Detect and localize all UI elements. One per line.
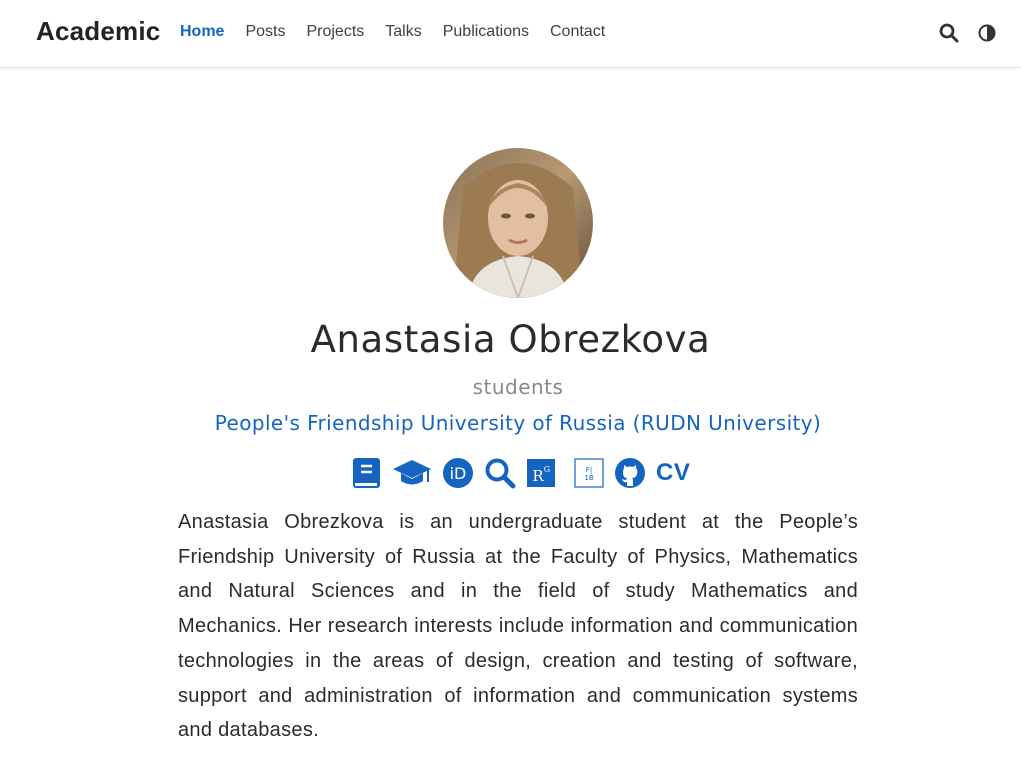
cv-link[interactable]: CV (656, 459, 690, 487)
search-icon[interactable] (937, 21, 961, 45)
profile-name: Anastasia Obrezkova (310, 318, 711, 361)
svg-text:G: G (544, 465, 550, 474)
avatar (443, 148, 593, 298)
svg-text:1B: 1B (584, 474, 593, 482)
nav-tools (923, 21, 999, 45)
svg-text:F|: F| (586, 466, 592, 474)
nav-talks[interactable]: Talks (385, 22, 421, 42)
profile-organization[interactable]: People's Friendship University of Russia… (0, 411, 1021, 435)
nav-publications[interactable]: Publications (443, 22, 529, 42)
profile-bio: Anastasia Obrezkova is an undergraduate … (178, 511, 858, 742)
svg-text:iD: iD (450, 464, 467, 483)
navbar: Academic Home Posts Projects Talks Publi… (0, 0, 1021, 68)
orcid-icon[interactable]: iD (442, 457, 474, 489)
book-icon[interactable] (352, 457, 382, 489)
social-links: iD RG F| 1B CV (352, 455, 700, 491)
nav-links: Home Posts Projects Talks Publications C… (180, 22, 626, 42)
github-icon[interactable] (614, 457, 646, 489)
nav-posts[interactable]: Posts (245, 22, 285, 42)
brand-logo[interactable]: Academic (36, 16, 160, 47)
search-icon[interactable] (484, 457, 516, 489)
nav-contact[interactable]: Contact (550, 22, 605, 42)
nav-home[interactable]: Home (180, 22, 224, 42)
dark-mode-toggle-icon[interactable] (975, 21, 999, 45)
istina-icon[interactable]: F| 1B (574, 458, 604, 488)
graduation-cap-icon[interactable] (392, 458, 432, 488)
svg-text:R: R (532, 467, 544, 485)
researchgate-icon[interactable]: RG (526, 458, 556, 488)
nav-projects[interactable]: Projects (306, 22, 364, 42)
profile-role: students (472, 375, 564, 399)
